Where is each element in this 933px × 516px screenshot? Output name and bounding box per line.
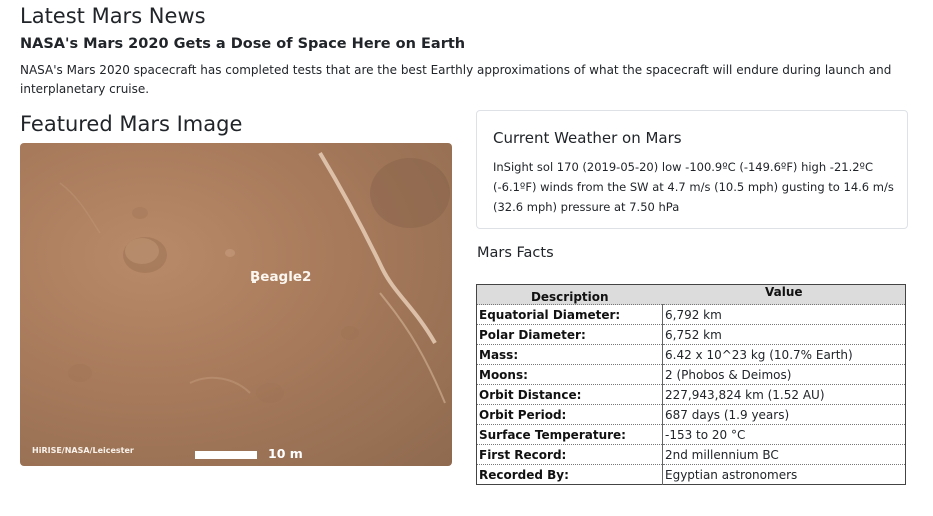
fact-value: 6,792 km [662, 304, 906, 325]
table-row: First Record: 2nd millennium BC [476, 444, 906, 465]
news-section-title: Latest Mars News [20, 4, 206, 28]
table-row: Orbit Distance: 227,943,824 km (1.52 AU) [476, 384, 906, 405]
featured-mars-image[interactable]: Beagle2 HiRISE/NASA/Leicester 10 m [20, 143, 452, 466]
header-value: Value [662, 284, 906, 305]
fact-label: Polar Diameter: [476, 324, 663, 345]
table-row: Mass: 6.42 x 10^23 kg (10.7% Earth) [476, 344, 906, 365]
table-row: Moons: 2 (Phobos & Deimos) [476, 364, 906, 385]
fact-value: 687 days (1.9 years) [662, 404, 906, 425]
table-row: Equatorial Diameter: 6,792 km [476, 304, 906, 325]
image-credit: HiRISE/NASA/Leicester [32, 446, 134, 455]
weather-text: InSight sol 170 (2019-05-20) low -100.9º… [493, 160, 894, 214]
header-description: Description [476, 284, 663, 305]
fact-value: 2 (Phobos & Deimos) [662, 364, 906, 385]
image-label: Beagle2 [250, 269, 312, 285]
fact-label: Equatorial Diameter: [476, 304, 663, 325]
scale-bar [195, 451, 257, 459]
table-header-row: Description Value [476, 284, 906, 305]
table-row: Polar Diameter: 6,752 km [476, 324, 906, 345]
news-headline[interactable]: NASA's Mars 2020 Gets a Dose of Space He… [20, 36, 465, 52]
fact-label: Recorded By: [476, 464, 663, 485]
mars-surface-texture [59, 151, 450, 404]
table-row: Recorded By: Egyptian astronomers [476, 464, 906, 485]
weather-card: Current Weather on Mars InSight sol 170 … [476, 110, 908, 229]
fact-label: Mass: [476, 344, 663, 365]
fact-label: First Record: [476, 444, 663, 465]
mars-facts-table: Description Value Equatorial Diameter: 6… [476, 284, 906, 485]
fact-value: 2nd millennium BC [662, 444, 906, 465]
fact-label: Surface Temperature: [476, 424, 663, 445]
table-row: Orbit Period: 687 days (1.9 years) [476, 404, 906, 425]
fact-value: 6,752 km [662, 324, 906, 345]
fact-value: 6.42 x 10^23 kg (10.7% Earth) [662, 344, 906, 365]
scale-label: 10 m [268, 446, 303, 461]
mars-facts-title: Mars Facts [477, 245, 554, 261]
fact-value: Egyptian astronomers [662, 464, 906, 485]
news-teaser: NASA's Mars 2020 spacecraft has complete… [20, 63, 892, 96]
table-row: Surface Temperature: -153 to 20 °C [476, 424, 906, 445]
featured-image-title: Featured Mars Image [20, 112, 243, 136]
weather-title: Current Weather on Mars [493, 129, 682, 147]
fact-value: 227,943,824 km (1.52 AU) [662, 384, 906, 405]
fact-label: Moons: [476, 364, 663, 385]
fact-value: -153 to 20 °C [662, 424, 906, 445]
fact-label: Orbit Distance: [476, 384, 663, 405]
fact-label: Orbit Period: [476, 404, 663, 425]
